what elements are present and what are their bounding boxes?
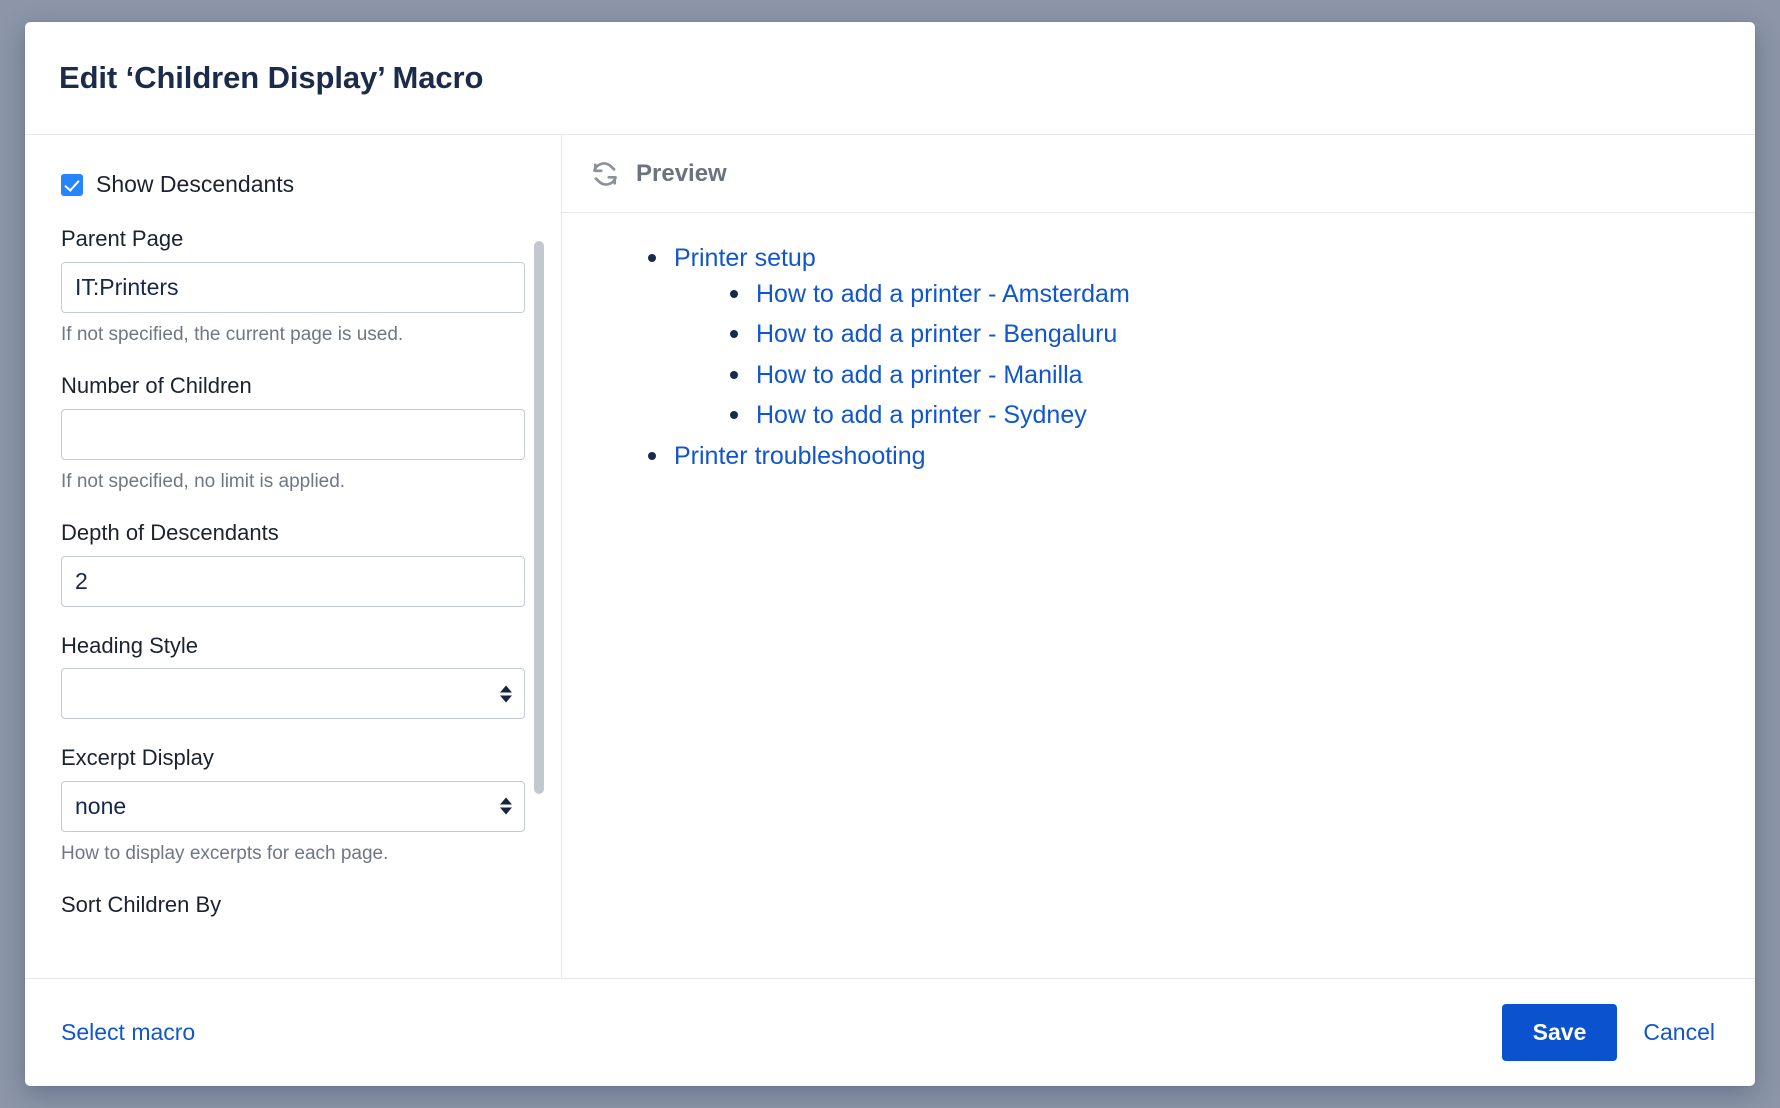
page-tree: Printer setup How to add a printer - Ams… (592, 241, 1725, 474)
parent-page-helper: If not specified, the current page is us… (61, 323, 525, 348)
show-descendants-checkbox[interactable] (61, 174, 83, 196)
cancel-button[interactable]: Cancel (1639, 1013, 1719, 1052)
footer-actions: Save Cancel (1502, 1004, 1719, 1061)
field-heading-style: Heading Style (61, 632, 525, 720)
heading-style-label: Heading Style (61, 632, 525, 660)
page-link[interactable]: How to add a printer - Manilla (756, 358, 1083, 394)
field-parent-page: Parent Page IT:Printers (61, 225, 525, 313)
show-descendants-row[interactable]: Show Descendants (61, 171, 525, 198)
show-descendants-label: Show Descendants (96, 171, 294, 198)
parent-page-label: Parent Page (61, 225, 525, 253)
list-item: Printer troubleshooting (674, 439, 1725, 475)
preview-title: Preview (636, 160, 727, 188)
heading-style-select[interactable] (61, 668, 525, 719)
select-macro-link[interactable]: Select macro (61, 1019, 195, 1046)
page-link[interactable]: How to add a printer - Amsterdam (756, 277, 1130, 313)
macro-parameters-form: Show Descendants Parent Page IT:Printers… (25, 135, 562, 978)
list-item: How to add a printer - Sydney (756, 398, 1725, 434)
edit-macro-dialog: Edit ‘Children Display’ Macro Show Desce… (25, 22, 1755, 1086)
dialog-header: Edit ‘Children Display’ Macro (25, 22, 1755, 135)
chevron-updown-icon[interactable] (500, 798, 512, 815)
page-link[interactable]: How to add a printer - Bengaluru (756, 317, 1117, 353)
number-of-children-helper: If not specified, no limit is applied. (61, 470, 525, 495)
sort-children-by-label: Sort Children By (61, 892, 525, 918)
bullet-icon (730, 411, 738, 419)
dialog-body: Show Descendants Parent Page IT:Printers… (25, 135, 1755, 978)
depth-of-descendants-input[interactable]: 2 (61, 556, 525, 607)
bullet-icon (648, 452, 656, 460)
preview-header: Preview (562, 135, 1755, 213)
list-item: How to add a printer - Bengaluru (756, 317, 1725, 353)
list-item: How to add a printer - Manilla (756, 358, 1725, 394)
bullet-icon (730, 330, 738, 338)
field-number-of-children: Number of Children (61, 372, 525, 460)
bullet-icon (730, 371, 738, 379)
page-subtree: How to add a printer - Amsterdam How to … (674, 277, 1725, 434)
number-of-children-input[interactable] (61, 409, 525, 460)
chevron-updown-icon[interactable] (500, 685, 512, 702)
dialog-footer: Select macro Save Cancel (25, 978, 1755, 1086)
preview-content: Printer setup How to add a printer - Ams… (562, 213, 1755, 978)
save-button[interactable]: Save (1502, 1004, 1618, 1061)
excerpt-display-value: none (75, 793, 126, 820)
page-link[interactable]: How to add a printer - Sydney (756, 398, 1087, 434)
field-excerpt-display: Excerpt Display none (61, 744, 525, 832)
excerpt-display-select[interactable]: none (61, 781, 525, 832)
bullet-icon (648, 254, 656, 262)
page-link[interactable]: Printer setup (674, 241, 816, 277)
preview-pane: Preview Printer setup How to add a print… (562, 135, 1755, 978)
field-depth-of-descendants: Depth of Descendants 2 (61, 519, 525, 607)
excerpt-display-helper: How to display excerpts for each page. (61, 842, 525, 867)
excerpt-display-label: Excerpt Display (61, 744, 525, 772)
parent-page-input[interactable]: IT:Printers (61, 262, 525, 313)
list-item: How to add a printer - Amsterdam (756, 277, 1725, 313)
list-item: Printer setup How to add a printer - Ams… (674, 241, 1725, 434)
number-of-children-label: Number of Children (61, 372, 525, 400)
bullet-icon (730, 290, 738, 298)
refresh-icon[interactable] (590, 159, 620, 189)
page-link[interactable]: Printer troubleshooting (674, 439, 926, 475)
page-title: Edit ‘Children Display’ Macro (59, 59, 483, 96)
depth-of-descendants-label: Depth of Descendants (61, 519, 525, 547)
form-scrollbar[interactable] (534, 241, 544, 794)
